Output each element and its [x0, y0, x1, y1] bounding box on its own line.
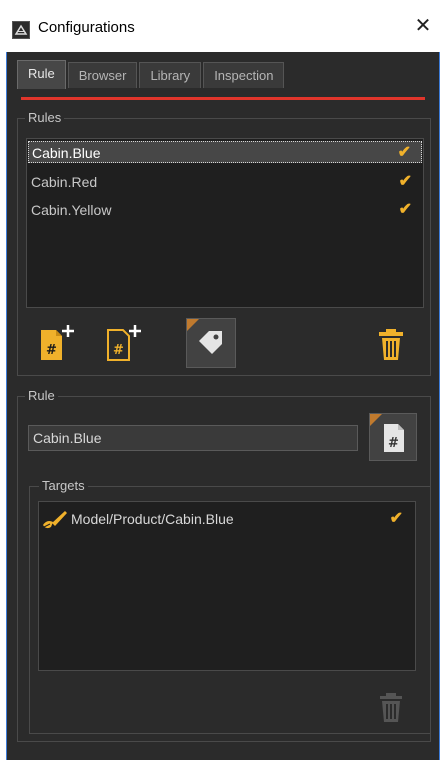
title-bar: Configurations ✕ [0, 0, 446, 52]
svg-text:#: # [113, 343, 124, 358]
list-item[interactable]: Model/Product/Cabin.Blue ✔ [41, 508, 413, 530]
check-icon[interactable]: ✔ [399, 199, 412, 221]
delete-target-button[interactable] [377, 692, 405, 724]
rule-document-button[interactable]: # [369, 413, 417, 461]
brush-icon [41, 509, 69, 537]
targets-list[interactable]: Model/Product/Cabin.Blue ✔ [38, 501, 416, 671]
tab-library[interactable]: Library [139, 62, 202, 88]
app-icon [12, 21, 30, 39]
add-rule-outline-button[interactable]: # [104, 322, 146, 362]
rules-list[interactable]: Cabin.Blue ✔ Cabin.Red ✔ Cabin.Yellow ✔ [26, 138, 424, 308]
svg-text:#: # [46, 343, 57, 358]
window-title: Configurations [38, 19, 135, 36]
add-rule-button[interactable]: # [38, 322, 80, 362]
rules-group-label: Rules [25, 110, 65, 125]
check-icon[interactable]: ✔ [398, 142, 411, 164]
targets-group-label: Targets [39, 478, 88, 493]
close-button[interactable]: ✕ [412, 14, 434, 38]
tag-button[interactable] [186, 318, 236, 368]
rule-name-input[interactable] [28, 425, 358, 451]
svg-text:#: # [388, 436, 399, 451]
check-icon[interactable]: ✔ [390, 508, 403, 530]
rule-label: Cabin.Blue [32, 145, 101, 161]
tab-browser[interactable]: Browser [67, 62, 138, 88]
delete-rule-button[interactable] [374, 328, 408, 362]
tab-bar: Rule Browser Library Inspection [17, 60, 286, 90]
target-label: Model/Product/Cabin.Blue [71, 511, 234, 527]
rule-label: Cabin.Red [31, 174, 98, 190]
list-item[interactable]: Cabin.Yellow ✔ [28, 199, 422, 221]
tab-rule[interactable]: Rule [17, 60, 66, 89]
active-tab-indicator [21, 97, 425, 100]
check-icon[interactable]: ✔ [399, 171, 412, 193]
list-item[interactable]: Cabin.Red ✔ [28, 171, 422, 193]
rule-group-label: Rule [25, 388, 58, 403]
tab-inspection[interactable]: Inspection [203, 62, 285, 88]
rule-label: Cabin.Yellow [31, 202, 112, 218]
list-item[interactable]: Cabin.Blue ✔ [28, 141, 422, 163]
